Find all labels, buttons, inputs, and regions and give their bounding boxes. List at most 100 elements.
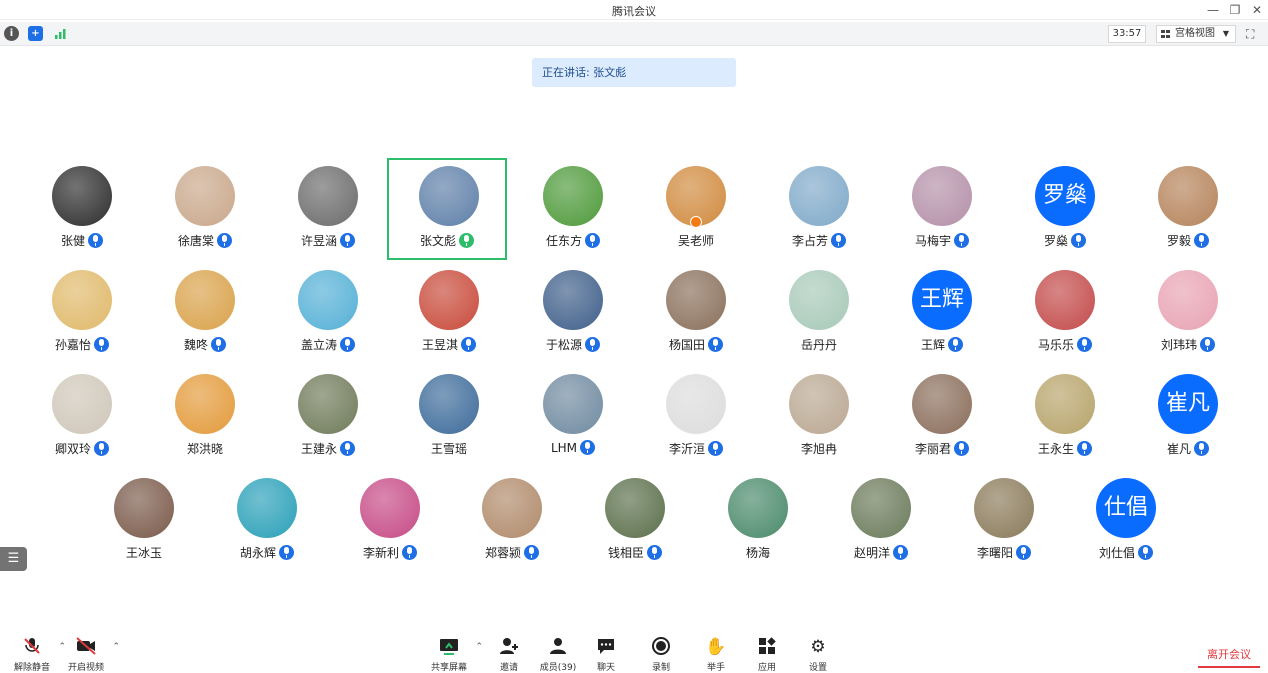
chat-button[interactable]: 聊天 bbox=[578, 636, 634, 673]
microphone-icon bbox=[279, 545, 294, 560]
participant-tile[interactable]: 杨国田 bbox=[636, 264, 756, 366]
participant-tile[interactable]: 胡永辉 bbox=[207, 472, 327, 574]
participant-tile[interactable]: 徐唐棠 bbox=[145, 160, 265, 262]
participant-tile[interactable]: 孙嘉怡 bbox=[22, 264, 142, 366]
participant-tile[interactable]: 李曙阳 bbox=[944, 472, 1064, 574]
participant-name-line: 崔凡 bbox=[1128, 440, 1248, 457]
participant-tile[interactable]: LHM bbox=[513, 368, 633, 470]
participant-name: 李新利 bbox=[362, 546, 399, 560]
avatar bbox=[298, 374, 358, 434]
participant-tile[interactable]: 任东方 bbox=[513, 160, 633, 262]
participant-tile[interactable]: 李沂洹 bbox=[636, 368, 756, 470]
participant-tile[interactable]: 许昱涵 bbox=[268, 160, 388, 262]
participant-name-line: 李旭冉 bbox=[759, 440, 879, 457]
participant-name-line: 徐唐棠 bbox=[145, 232, 265, 249]
gear-icon: ⚙ bbox=[810, 637, 826, 657]
raise-hand-button[interactable]: ✋ 举手 bbox=[688, 636, 744, 673]
avatar bbox=[52, 374, 112, 434]
participant-tile[interactable]: 盖立涛 bbox=[268, 264, 388, 366]
share-screen-button[interactable]: 共享屏幕 ⌃ bbox=[421, 636, 483, 673]
participant-name-line: 王昱淇 bbox=[389, 336, 509, 353]
participant-tile[interactable]: 张健 bbox=[22, 160, 142, 262]
participant-tile[interactable]: 李丽君 bbox=[882, 368, 1002, 470]
participant-tile[interactable]: 杨海 bbox=[698, 472, 818, 574]
participant-tile[interactable]: 卿双玲 bbox=[22, 368, 142, 470]
settings-button[interactable]: ⚙ 设置 bbox=[790, 636, 846, 673]
info-icon[interactable]: i bbox=[4, 26, 19, 41]
microphone-icon bbox=[585, 337, 600, 352]
chat-panel-toggle[interactable]: ☰ bbox=[0, 547, 27, 571]
fullscreen-icon[interactable]: ⛶ bbox=[1246, 27, 1260, 41]
view-mode-dropdown[interactable]: 宫格视图 ▼ bbox=[1156, 25, 1236, 43]
participant-name-line: LHM bbox=[513, 440, 633, 455]
participant-tile[interactable]: 于松源 bbox=[513, 264, 633, 366]
grid-view-icon bbox=[1161, 30, 1171, 39]
participant-name: LHM bbox=[550, 441, 578, 455]
participant-tile[interactable]: 赵明洋 bbox=[821, 472, 941, 574]
avatar: 仕倡 bbox=[1096, 478, 1156, 538]
start-video-button[interactable]: 开启视频 ⌃ bbox=[58, 636, 120, 673]
participant-tile[interactable]: 王永生 bbox=[1005, 368, 1125, 470]
participant-tile[interactable]: 钱相臣 bbox=[575, 472, 695, 574]
participant-tile[interactable]: 刘玮玮 bbox=[1128, 264, 1248, 366]
avatar: 王辉 bbox=[912, 270, 972, 330]
leave-meeting-button[interactable]: 离开会议 bbox=[1198, 646, 1260, 668]
participant-tile[interactable]: 魏咚 bbox=[145, 264, 265, 366]
participant-tile[interactable]: 王建永 bbox=[268, 368, 388, 470]
record-button[interactable]: 录制 bbox=[633, 636, 689, 673]
participant-name: 魏咚 bbox=[183, 338, 208, 352]
participant-name: 杨海 bbox=[745, 546, 770, 560]
participant-tile[interactable]: 岳丹丹 bbox=[759, 264, 879, 366]
avatar bbox=[419, 374, 479, 434]
avatar bbox=[1158, 270, 1218, 330]
participant-tile[interactable]: 王辉 王辉 bbox=[882, 264, 1002, 366]
avatar bbox=[419, 166, 479, 226]
chevron-up-icon[interactable]: ⌃ bbox=[112, 642, 120, 652]
participant-name-line: 王冰玉 bbox=[84, 544, 204, 561]
participant-name-line: 李曙阳 bbox=[944, 544, 1064, 561]
participant-name: 任东方 bbox=[545, 234, 582, 248]
apps-button[interactable]: 应用 bbox=[739, 636, 795, 673]
microphone-icon bbox=[954, 233, 969, 248]
microphone-icon bbox=[1200, 337, 1215, 352]
participant-tile[interactable]: 王冰玉 bbox=[84, 472, 204, 574]
avatar bbox=[419, 270, 479, 330]
security-shield-icon[interactable]: + bbox=[28, 26, 43, 41]
participant-name-line: 钱相臣 bbox=[575, 544, 695, 561]
microphone-icon bbox=[461, 337, 476, 352]
participant-name: 王永生 bbox=[1037, 442, 1074, 456]
participant-name: 钱相臣 bbox=[607, 546, 644, 560]
participant-tile[interactable]: 张文彪 bbox=[387, 158, 507, 260]
participant-tile[interactable]: 罗毅 bbox=[1128, 160, 1248, 262]
participant-tile[interactable]: 马乐乐 bbox=[1005, 264, 1125, 366]
participant-name-line: 李沂洹 bbox=[636, 440, 756, 457]
participant-tile[interactable]: 崔凡 崔凡 bbox=[1128, 368, 1248, 470]
mic-muted-icon bbox=[21, 636, 43, 658]
participant-tile[interactable]: 仕倡 刘仕倡 bbox=[1066, 472, 1186, 574]
signal-strength-icon[interactable] bbox=[53, 26, 68, 41]
minimize-icon[interactable]: — bbox=[1204, 1, 1222, 19]
participant-tile[interactable]: 郑洪晓 bbox=[145, 368, 265, 470]
avatar: 罗燊 bbox=[1035, 166, 1095, 226]
participant-tile[interactable]: 李占芳 bbox=[759, 160, 879, 262]
invite-button[interactable]: 邀请 bbox=[481, 636, 537, 673]
participant-tile[interactable]: 罗燊 罗燊 bbox=[1005, 160, 1125, 262]
participant-name-line: 罗毅 bbox=[1128, 232, 1248, 249]
microphone-icon bbox=[94, 337, 109, 352]
microphone-icon bbox=[340, 441, 355, 456]
invite-label: 邀请 bbox=[499, 663, 518, 673]
unmute-button[interactable]: 解除静音 ⌃ bbox=[4, 636, 66, 673]
participant-tile[interactable]: 李新利 bbox=[330, 472, 450, 574]
participant-tile[interactable]: 马梅宇 bbox=[882, 160, 1002, 262]
participant-tile[interactable]: 郑蓉颍 bbox=[452, 472, 572, 574]
participant-tile[interactable]: 吴老师 bbox=[636, 160, 756, 262]
participant-name-line: 盖立涛 bbox=[268, 336, 388, 353]
restore-icon[interactable]: ❐ bbox=[1226, 1, 1244, 19]
close-icon[interactable]: ✕ bbox=[1248, 1, 1266, 19]
participant-tile[interactable]: 李旭冉 bbox=[759, 368, 879, 470]
participant-tile[interactable]: 王昱淇 bbox=[389, 264, 509, 366]
microphone-icon bbox=[948, 337, 963, 352]
avatar bbox=[482, 478, 542, 538]
participant-tile[interactable]: 王雪瑶 bbox=[389, 368, 509, 470]
avatar bbox=[605, 478, 665, 538]
